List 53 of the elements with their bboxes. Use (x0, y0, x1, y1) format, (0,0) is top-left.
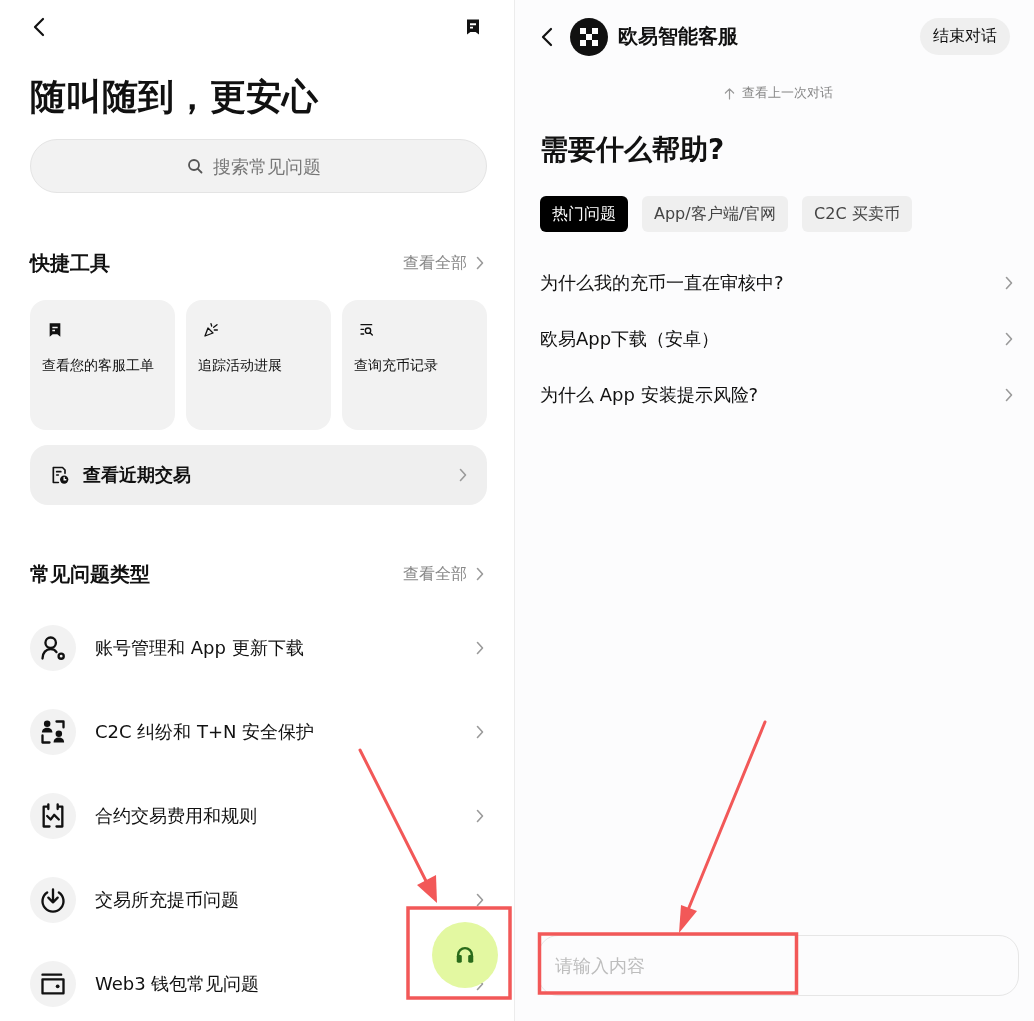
category-item[interactable]: 交易所充提币问题 (30, 877, 239, 923)
search-icon (187, 158, 203, 174)
chevron-right-icon (459, 468, 467, 482)
people-icon (30, 709, 76, 755)
chat-heading: 需要什么帮助? (540, 132, 726, 168)
document-clock-icon (50, 465, 70, 485)
question-item[interactable]: 为什么我的充币一直在审核中? (538, 255, 1019, 311)
section-title: 常见问题类型 (30, 560, 150, 588)
category-item[interactable]: C2C 纠纷和 T+N 安全保护 (30, 709, 315, 755)
message-input-field[interactable]: 请输入内容 (538, 935, 1019, 996)
topic-tab[interactable]: 热门问题 (540, 196, 628, 232)
topic-tab[interactable]: App/客户端/官网 (642, 196, 789, 232)
category-item[interactable]: Web3 钱包常见问题 (30, 961, 260, 1007)
end-chat-button[interactable]: 结束对话 (920, 18, 1010, 55)
shortcut-card[interactable]: 查看近期交易 (30, 445, 487, 505)
user-icon (30, 625, 76, 671)
chevron-right-icon (476, 567, 484, 581)
chevron-right-icon (1005, 388, 1013, 402)
list-search-icon (359, 322, 375, 338)
chevron-right-icon (476, 893, 484, 907)
page-title: 随叫随到，更安心 (30, 75, 319, 119)
topic-tab[interactable]: C2C 买卖币 (802, 196, 912, 232)
arrow-up-icon (724, 86, 735, 100)
view-all-link[interactable]: 查看全部 (403, 252, 487, 274)
search-bar[interactable]: 搜索常见问题 (30, 139, 487, 193)
logo-icon (570, 17, 608, 56)
chevron-right-icon (476, 641, 484, 655)
party-popper-icon (203, 322, 219, 338)
chevron-right-icon (476, 256, 484, 270)
question-item[interactable]: 欧易App下载（安卓） (538, 311, 1019, 367)
chevron-right-icon (476, 809, 484, 823)
section-title: 快捷工具 (30, 249, 110, 277)
search-input[interactable]: 搜索常见问题 (213, 154, 330, 178)
tool-card[interactable]: 查询充币记录 (342, 300, 487, 430)
headset-icon (454, 944, 476, 966)
back-icon[interactable] (33, 17, 45, 37)
ticket-icon[interactable] (464, 17, 482, 37)
tool-card[interactable]: 查看您的客服工单 (30, 300, 175, 430)
chevron-right-icon (1005, 276, 1013, 290)
tool-card[interactable]: 追踪活动进展 (186, 300, 331, 430)
previous-chat-link[interactable]: 查看上一次对话 (724, 84, 833, 102)
download-icon (30, 877, 76, 923)
wallet-icon (30, 961, 76, 1007)
chat-title: 欧易智能客服 (618, 23, 738, 50)
view-all-link[interactable]: 查看全部 (403, 563, 487, 585)
calendar-chart-icon (30, 793, 76, 839)
ticket-icon (47, 322, 63, 338)
back-icon[interactable] (541, 26, 553, 47)
question-item[interactable]: 为什么 App 安装提示风险? (538, 367, 1019, 423)
chevron-right-icon (476, 725, 484, 739)
chevron-right-icon (1005, 332, 1013, 346)
category-item[interactable]: 合约交易费用和规则 (30, 793, 257, 839)
category-item[interactable]: 账号管理和 App 更新下载 (30, 625, 304, 671)
